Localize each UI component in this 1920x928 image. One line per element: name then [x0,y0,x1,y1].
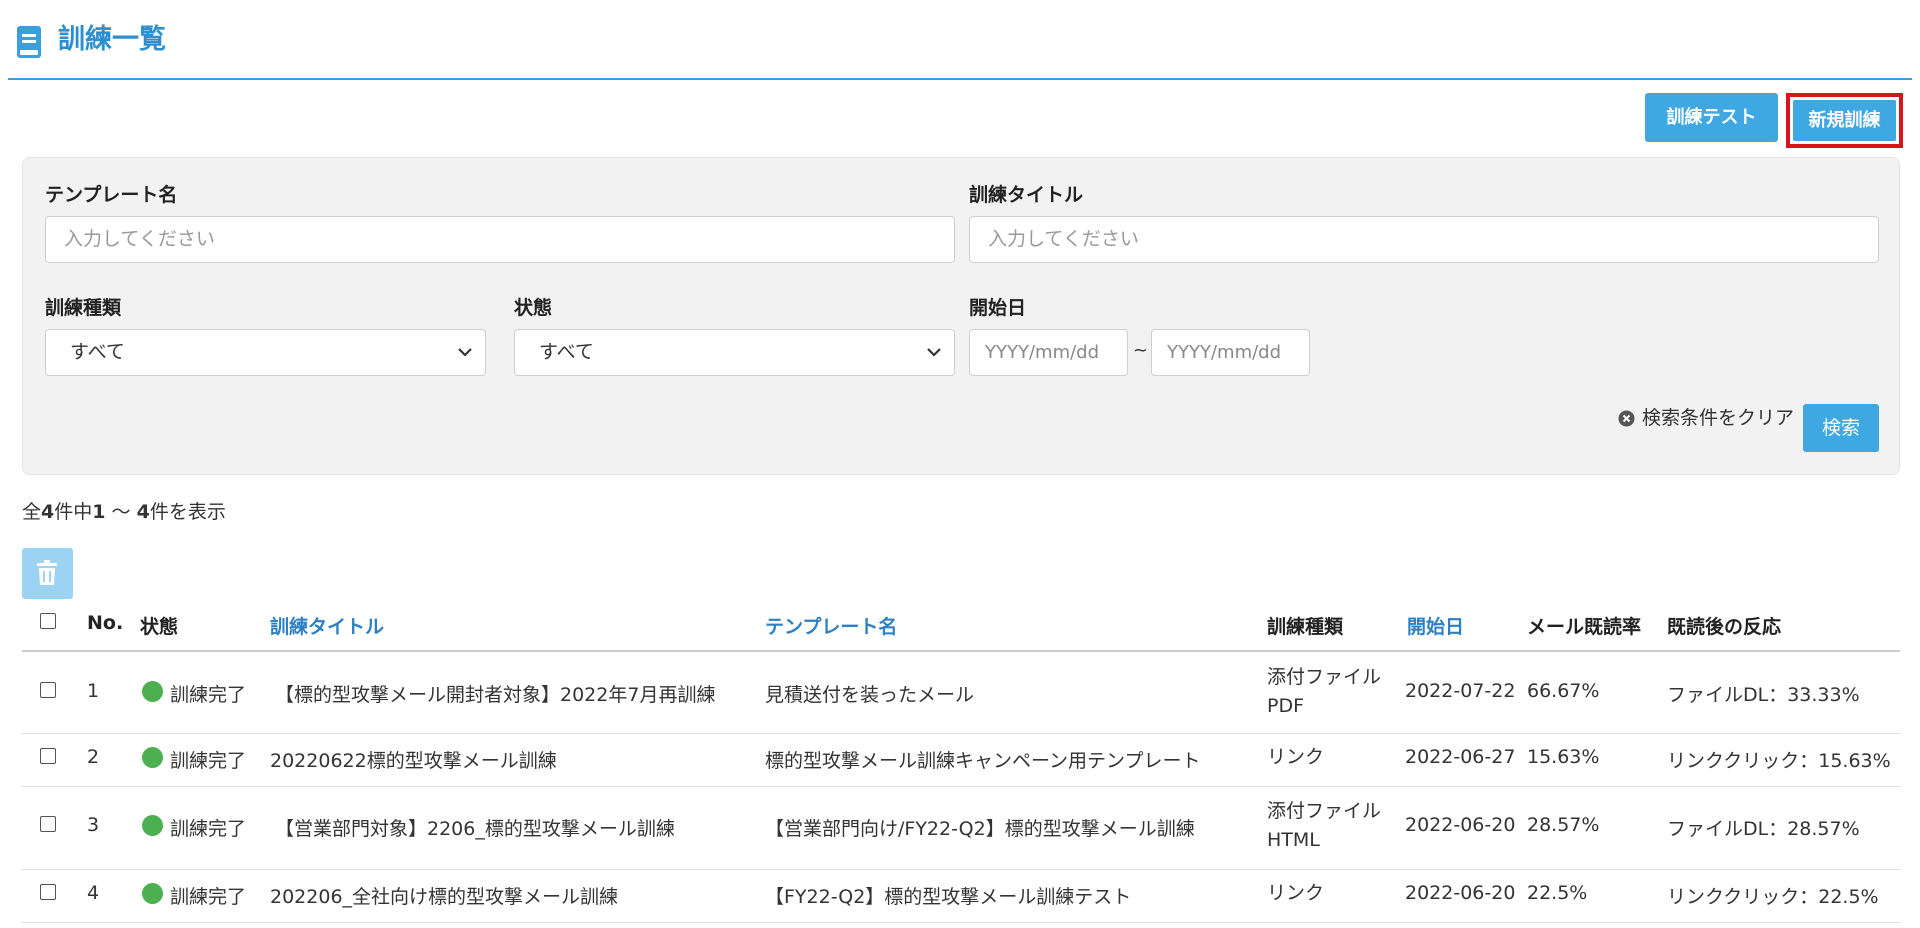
search-panel: テンプレート名 入力してください 訓練タイトル 入力してください 訓練種類 すべ… [22,157,1900,475]
row-reaction: リンククリック：22.5% [1667,886,1879,908]
date-range-separator: ~ [1133,340,1149,361]
search-button[interactable]: 検索 [1803,404,1879,452]
result-count: 全4件中1 ～ 4件を表示 [22,497,226,524]
training-type-select[interactable]: すべて [45,329,486,376]
row-reaction: ファイルDL：28.57% [1667,818,1860,840]
close-circle-icon [1618,410,1635,427]
result-count-from: 1 [92,501,106,523]
row-title[interactable]: 【標的型攻撃メール開封者対象】2022年7月再訓練 [275,680,715,707]
column-header-no: No. [87,612,124,634]
status-complete-icon [142,681,163,702]
result-count-prefix: 全 [22,501,42,523]
row-checkbox[interactable] [40,816,56,832]
row-status: 訓練完了 [170,886,247,908]
result-count-total: 4 [41,501,55,523]
clear-search-link[interactable]: 検索条件をクリア [1618,403,1794,433]
status-complete-icon [142,747,163,768]
start-date-label: 開始日 [969,297,1027,319]
row-divider [22,786,1900,787]
column-header-read-rate: メール既読率 [1527,616,1642,638]
chevron-down-icon [458,348,472,357]
start-date-to-input[interactable]: YYYY/mm/dd [1151,329,1310,376]
row-divider [22,922,1900,923]
row-type-line1: 添付ファイル [1267,666,1382,688]
row-title[interactable]: 【営業部門対象】2206_標的型攻撃メール訓練 [275,814,675,841]
training-title-input[interactable]: 入力してください [969,216,1879,263]
result-count-suffix: 件を表示 [149,501,226,523]
book-icon [17,26,41,58]
header-divider [22,650,1900,652]
status-label: 状態 [514,297,553,319]
row-template: 【FY22-Q2】標的型攻撃メール訓練テスト [765,886,1132,908]
row-read-rate: 66.67% [1527,680,1600,702]
row-type-line1: リンク [1267,882,1325,904]
row-type-line2: PDF [1267,695,1305,717]
column-header-start[interactable]: 開始日 [1407,612,1464,639]
column-header-template[interactable]: テンプレート名 [765,612,897,639]
template-name-input[interactable]: 入力してください [45,216,955,263]
template-name-label: テンプレート名 [45,184,178,206]
page-header: 訓練一覧 [8,0,1912,80]
page-title: 訓練一覧 [58,24,166,55]
row-status: 訓練完了 [170,750,247,772]
row-reaction: リンククリック：15.63% [1667,750,1891,772]
new-training-button[interactable]: 新規訓練 [1793,100,1896,141]
clear-search-label: 検索条件をクリア [1642,407,1795,429]
row-type-line1: リンク [1267,746,1325,768]
training-type-label: 訓練種類 [45,297,122,319]
row-start-date: 2022-07-22 [1405,680,1516,702]
column-header-reaction: 既読後の反応 [1667,616,1782,638]
delete-button[interactable] [22,548,73,599]
chevron-down-icon [927,348,941,357]
row-divider [22,869,1900,870]
select-all-checkbox[interactable] [40,613,56,629]
row-start-date: 2022-06-27 [1405,746,1516,768]
row-type: 添付ファイル PDF [1267,663,1397,721]
row-read-rate: 15.63% [1527,746,1600,768]
row-no: 4 [87,882,100,904]
row-divider [22,733,1900,734]
status-select[interactable]: すべて [514,329,955,376]
training-type-value: すべて [70,341,125,363]
row-no: 2 [87,746,100,768]
row-checkbox[interactable] [40,682,56,698]
start-date-from-input[interactable]: YYYY/mm/dd [969,329,1128,376]
row-checkbox[interactable] [40,748,56,764]
status-value: すべて [539,341,594,363]
row-start-date: 2022-06-20 [1405,814,1516,836]
result-count-to: 4 [136,501,150,523]
row-type-line1: 添付ファイル [1267,800,1382,822]
row-checkbox[interactable] [40,884,56,900]
training-title-label: 訓練タイトル [969,184,1084,206]
row-title[interactable]: 20220622標的型攻撃メール訓練 [270,746,557,773]
result-count-mid2: ～ [105,501,137,523]
row-no: 3 [87,814,100,836]
row-start-date: 2022-06-20 [1405,882,1516,904]
row-type: リンク [1267,743,1397,772]
new-training-highlight: 新規訓練 [1786,93,1903,148]
row-type: 添付ファイル HTML [1267,797,1397,855]
row-status: 訓練完了 [170,684,247,706]
row-type: リンク [1267,879,1397,908]
row-title[interactable]: 202206_全社向け標的型攻撃メール訓練 [270,882,618,909]
column-header-title[interactable]: 訓練タイトル [270,612,384,639]
row-read-rate: 22.5% [1527,882,1588,904]
row-status: 訓練完了 [170,818,247,840]
row-read-rate: 28.57% [1527,814,1600,836]
row-type-line2: HTML [1267,829,1320,851]
status-complete-icon [142,815,163,836]
row-template: 【営業部門向け/FY22-Q2】標的型攻撃メール訓練 [765,818,1195,840]
result-count-mid1: 件中 [54,501,93,523]
row-no: 1 [87,680,100,702]
row-template: 標的型攻撃メール訓練キャンペーン用テンプレート [765,750,1201,772]
status-complete-icon [142,883,163,904]
column-header-type: 訓練種類 [1267,616,1344,638]
training-test-button[interactable]: 訓練テスト [1645,93,1778,142]
row-reaction: ファイルDL：33.33% [1667,684,1860,706]
row-template: 見積送付を装ったメール [765,684,975,706]
column-header-status: 状態 [140,616,179,638]
trash-icon [37,560,57,585]
